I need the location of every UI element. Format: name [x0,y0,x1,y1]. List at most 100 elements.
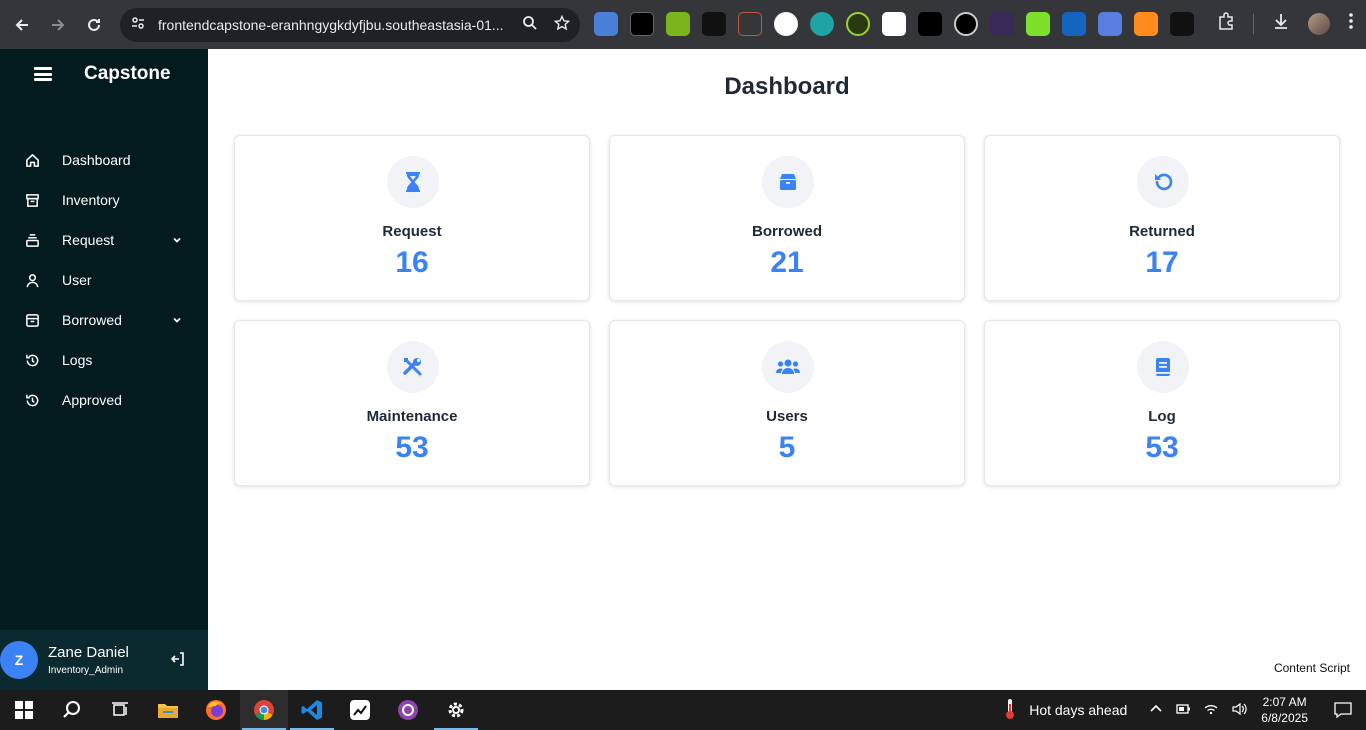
card-label: Maintenance [366,408,458,425]
user-info: Zane Daniel Inventory_Admin [48,644,129,676]
extension-icon[interactable] [594,12,618,36]
brand-title: Capstone [84,63,171,84]
extension-icon[interactable] [702,12,726,36]
extension-icon[interactable] [738,12,762,36]
clock-time: 2:07 AM [1262,695,1307,709]
task-view-icon[interactable] [96,690,144,730]
history-icon [24,392,40,408]
weather-widget[interactable]: Hot days ahead [1003,698,1127,723]
file-explorer-icon[interactable] [144,690,192,730]
zoom-icon[interactable] [522,15,538,35]
logout-icon[interactable] [170,651,186,672]
profile-avatar[interactable] [1308,12,1330,35]
hourglass-icon [387,156,439,208]
home-icon [24,152,40,168]
url-text[interactable]: frontendcapstone-eranhngygkdyfjbu.southe… [158,17,508,33]
firefox-icon[interactable] [192,690,240,730]
settings-gear-icon[interactable] [432,690,480,730]
sidebar-item-borrowed[interactable]: Borrowed [0,300,208,340]
sidebar-item-label: Dashboard [62,152,131,168]
extension-icon[interactable] [1062,12,1086,36]
page-title: Dashboard [724,73,850,100]
stat-card-maintenance[interactable]: Maintenance 53 [234,320,590,486]
site-info-icon[interactable] [130,15,146,36]
vscode-icon[interactable] [288,690,336,730]
extension-icon[interactable] [1134,12,1158,36]
kebab-menu-icon[interactable] [1348,12,1354,35]
weather-text: Hot days ahead [1029,702,1128,718]
content-script-label: Content Script [1273,661,1350,675]
wifi-icon[interactable] [1203,702,1219,719]
stat-card-returned[interactable]: Returned 17 [984,135,1340,301]
undo-icon [1137,156,1189,208]
clock-date: 6/8/2025 [1261,711,1308,725]
sidebar-item-label: Inventory [62,192,120,208]
chevron-down-icon[interactable] [172,232,182,248]
stat-card-log[interactable]: Log 53 [984,320,1340,486]
card-value: 21 [770,246,804,279]
extension-icon[interactable] [1026,12,1050,36]
hamburger-menu-icon[interactable] [34,67,52,81]
reload-icon[interactable] [76,7,112,43]
puzzle-icon[interactable] [1217,12,1235,35]
box-icon [762,156,814,208]
card-value: 17 [1145,246,1179,279]
sidebar-item-label: Approved [62,392,122,408]
sidebar-item-approved[interactable]: Approved [0,380,208,420]
card-label: Returned [1129,223,1195,240]
stat-card-borrowed[interactable]: Borrowed 21 [609,135,965,301]
sidebar-item-request[interactable]: Request [0,220,208,260]
address-bar[interactable]: frontendcapstone-eranhngygkdyfjbu.southe… [120,8,580,42]
forward-icon[interactable] [40,7,76,43]
extension-icon[interactable] [846,12,870,36]
sidebar-item-logs[interactable]: Logs [0,340,208,380]
extension-icon[interactable] [990,12,1014,36]
extension-icon[interactable] [918,12,942,36]
brand: Capstone [34,63,171,85]
extension-icon[interactable] [1170,12,1194,36]
extension-icon[interactable] [954,12,978,36]
sidebar-item-label: User [62,272,92,288]
chrome-icon[interactable] [240,690,288,730]
stack-icon [24,232,40,248]
toolbar-divider [1253,13,1254,34]
battery-icon[interactable] [1175,702,1191,719]
system-clock[interactable]: 2:07 AM 6/8/2025 [1261,694,1308,726]
extension-icon[interactable] [1098,12,1122,36]
avatar[interactable]: Z [0,641,38,679]
card-value: 5 [778,431,796,464]
download-icon[interactable] [1272,12,1290,35]
stat-card-request[interactable]: Request 16 [234,135,590,301]
sidebar-item-dashboard[interactable]: Dashboard [0,140,208,180]
card-value: 16 [395,246,429,279]
github-desktop-icon[interactable] [384,690,432,730]
extension-icon[interactable] [630,12,654,36]
chevron-down-icon[interactable] [172,312,182,328]
extension-icon[interactable] [774,12,798,36]
chevron-up-icon[interactable] [1149,702,1163,719]
taskbar: Hot days ahead 2:07 AM 6/8/2025 [0,690,1366,730]
stat-card-users[interactable]: Users 5 [609,320,965,486]
card-value: 53 [395,431,429,464]
bookmark-star-icon[interactable] [553,14,571,35]
search-icon[interactable] [48,690,96,730]
volume-icon[interactable] [1231,702,1247,719]
system-tray: Hot days ahead 2:07 AM 6/8/2025 [1003,690,1366,730]
notification-icon[interactable] [1328,702,1358,718]
sidebar-item-user[interactable]: User [0,260,208,300]
extensions-bar [594,12,1194,36]
card-label: Log [1148,408,1176,425]
app-chart-icon[interactable] [336,690,384,730]
back-icon[interactable] [4,7,40,43]
sidebar-menu: Dashboard Inventory Request User Borrowe… [0,140,208,420]
card-label: Request [382,223,442,240]
extension-icon[interactable] [810,12,834,36]
thermometer-icon [1003,698,1017,723]
tools-icon [387,341,439,393]
sidebar-item-inventory[interactable]: Inventory [0,180,208,220]
main-content: Dashboard Request 16 Borrowed 21 Returne… [208,49,1366,690]
archive-icon [24,192,40,208]
extension-icon[interactable] [666,12,690,36]
extension-icon[interactable] [882,12,906,36]
windows-start-icon[interactable] [0,690,48,730]
